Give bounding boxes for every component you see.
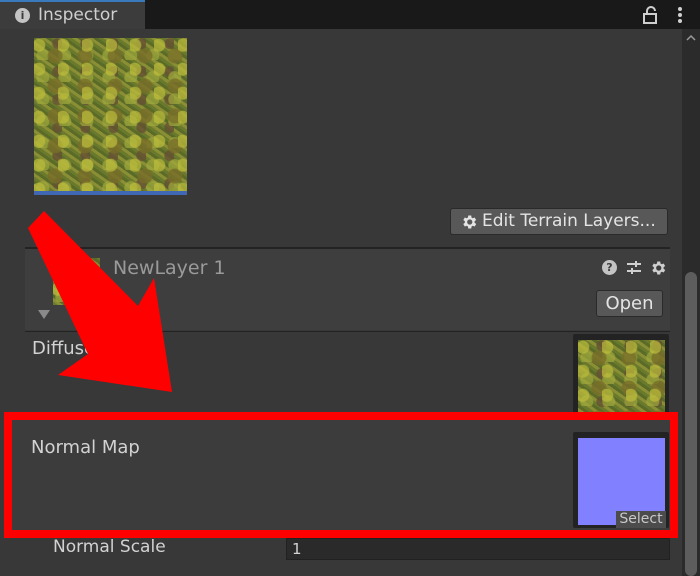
- annotation-arrow-icon: [28, 211, 172, 392]
